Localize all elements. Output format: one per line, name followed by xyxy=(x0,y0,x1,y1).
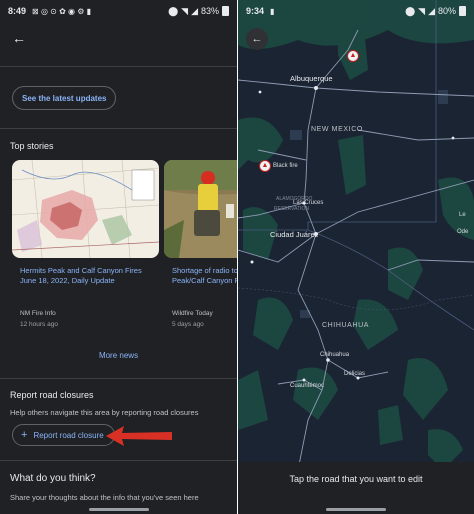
map-label-las-cruces: Las Cruces xyxy=(293,200,324,206)
feedback-title: What do you think? xyxy=(10,473,96,484)
left-phone-screen: 8:49 ⊠ ◎ ⊙ ✿ ◉ ⚙ ▮ ⬤ ◥ ◢ 83% ← See the l… xyxy=(0,0,237,514)
story-time: 12 hours ago xyxy=(20,321,58,328)
status-right: ⬤ ◥ ◢ 83% xyxy=(168,6,229,17)
divider xyxy=(0,460,237,461)
see-latest-updates-button[interactable]: See the latest updates xyxy=(12,86,117,110)
divider xyxy=(0,128,237,129)
battery-icon xyxy=(459,6,466,16)
notification-icons: ⊠ ◎ ⊙ ✿ ◉ ⚙ ▮ xyxy=(32,6,91,16)
map-label-chihuahua-state: CHIHUAHUA xyxy=(322,322,370,329)
status-time: 9:34 xyxy=(246,6,265,16)
map-label-cuauhtemoc: Cuauhtémoc xyxy=(290,383,325,389)
feedback-subtitle: Share your thoughts about the info that … xyxy=(10,493,199,502)
road-closures-title: Report road closures xyxy=(10,390,94,400)
fire-icon[interactable]: ▲ xyxy=(259,160,271,172)
map-label-chihuahua-city: Chihuahua xyxy=(320,352,350,358)
fire-icon[interactable]: ▲ xyxy=(347,50,359,62)
report-road-closure-button[interactable]: + Report road closure xyxy=(12,424,115,446)
wifi-icon: ◥ xyxy=(181,5,189,16)
story-source: Wildfire Today xyxy=(172,310,213,317)
road-closures-subtitle: Help others navigate this area by report… xyxy=(10,408,199,417)
status-bar: 8:49 ⊠ ◎ ⊙ ✿ ◉ ⚙ ▮ ⬤ ◥ ◢ 83% xyxy=(0,0,237,22)
map-back-button[interactable]: ← xyxy=(246,28,268,50)
story-time: 5 days ago xyxy=(172,321,204,328)
signal-icon: ◢ xyxy=(428,5,435,16)
status-bar: 9:34 ▮ ⬤ ◥ ◢ 80% xyxy=(238,0,474,22)
more-news-link[interactable]: More news xyxy=(0,351,237,360)
gesture-handle xyxy=(326,508,386,511)
right-phone-screen: 9:34 ▮ ⬤ ◥ ◢ 80% ← ▲ ▲ Albuquerque NEW M… xyxy=(238,0,474,514)
top-stories-title: Top stories xyxy=(10,141,54,151)
map-label-new-mexico: NEW MEXICO xyxy=(311,126,363,133)
location-icon: ⬤ xyxy=(405,5,416,16)
map-label-albuquerque: Albuquerque xyxy=(290,74,333,83)
edit-prompt-text: Tap the road that you want to edit xyxy=(289,474,423,484)
map-label-reservation: RESERVATION xyxy=(274,206,310,212)
divider xyxy=(0,378,237,379)
status-right: ⬤ ◥ ◢ 80% xyxy=(405,6,466,17)
story-source: NM Fire Info xyxy=(20,310,56,317)
story-card-1[interactable]: Hermits Peak and Calf Canyon Fires June … xyxy=(12,160,159,336)
back-arrow-icon[interactable]: ← xyxy=(12,30,26,46)
plus-icon: + xyxy=(21,429,28,441)
battery-percent: 83% xyxy=(200,6,219,16)
gesture-handle xyxy=(89,508,149,511)
story-title: Hermits Peak and Calf Canyon Fires June … xyxy=(20,266,142,285)
map-label-ciudad-juarez: Ciudad Juárez xyxy=(270,230,319,239)
signal-icon: ◢ xyxy=(191,5,198,16)
back-arrow-icon: ← xyxy=(251,33,263,45)
status-time: 8:49 xyxy=(8,6,27,16)
map-label-black-fire: Black fire xyxy=(273,163,298,169)
divider xyxy=(0,66,237,67)
story-photo-image xyxy=(164,160,237,258)
wifi-icon: ◥ xyxy=(418,5,426,16)
map-label-delicias: Delicias xyxy=(344,371,366,377)
edit-prompt-sheet: Tap the road that you want to edit xyxy=(238,462,474,514)
red-arrow-annotation xyxy=(106,426,172,446)
battery-percent: 80% xyxy=(437,6,456,16)
map-label-truncated-city: Le xyxy=(459,212,466,218)
location-icon: ⬤ xyxy=(168,5,179,16)
story-card-2[interactable]: Shortage of radio to have compromised Pe… xyxy=(164,160,237,336)
map-canvas[interactable] xyxy=(238,0,474,514)
story-title: Shortage of radio to have compromised Pe… xyxy=(172,266,237,285)
map-label-truncated-city: Ode xyxy=(457,229,469,235)
report-road-closure-label: Report road closure xyxy=(33,430,104,440)
story-map-image xyxy=(12,160,159,258)
battery-icon xyxy=(222,6,229,16)
notification-icons: ▮ xyxy=(270,6,275,16)
